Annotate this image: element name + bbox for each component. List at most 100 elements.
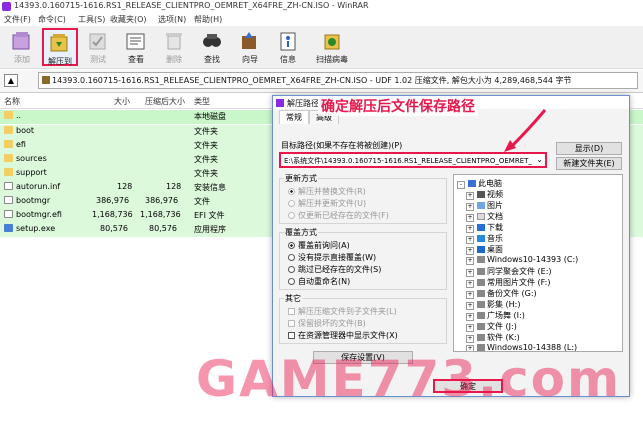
computer-icon <box>468 180 476 187</box>
drive-icon <box>477 290 485 297</box>
file-name: autorun.inf <box>16 182 61 191</box>
menu-options[interactable]: 选项(N) <box>158 14 186 25</box>
update-extract-replace-radio[interactable]: 解压并替换文件(R) <box>288 186 366 197</box>
file-packed: 1,168,736 <box>140 210 181 219</box>
tree-node[interactable]: + 广场舞 (I:) <box>466 310 525 321</box>
tree-node[interactable]: + Windows10-14393 (C:) <box>466 255 578 265</box>
delete-button[interactable]: 删除 <box>156 28 192 66</box>
archive-icon <box>42 76 50 84</box>
overwrite-mode-title: 覆盖方式 <box>284 227 318 238</box>
overwrite-silent-radio[interactable]: 没有提示直接覆盖(W) <box>288 252 376 263</box>
file-name: sources <box>16 154 47 163</box>
test-icon <box>86 30 110 52</box>
tab-general[interactable]: 常规 <box>279 110 309 124</box>
update-extract-update-radio[interactable]: 解压并更新文件(U) <box>288 198 366 209</box>
view-label: 查看 <box>128 55 144 64</box>
archive-path: 14393.0.160715-1616.RS1_RELEASE_CLIENTPR… <box>52 76 572 85</box>
tree-node[interactable]: + 影集 (H:) <box>466 299 521 310</box>
misc-title: 其它 <box>284 293 302 304</box>
tree-node-this-pc[interactable]: - 此电脑 <box>457 178 502 189</box>
drive-icon <box>477 279 485 286</box>
add-icon <box>10 30 34 52</box>
file-icon <box>4 210 13 218</box>
show-button[interactable]: 显示(D) <box>556 142 622 155</box>
update-existing-only-radio[interactable]: 仅更新已经存在的文件(F) <box>288 210 389 221</box>
file-packed: 80,576 <box>149 224 177 233</box>
view-icon <box>124 30 148 52</box>
file-name: support <box>16 168 47 177</box>
menu-tools[interactable]: 工具(S) <box>78 14 105 25</box>
music-folder-icon <box>477 235 485 242</box>
folder-icon <box>4 126 13 134</box>
file-name: bootmgr <box>16 196 51 205</box>
folder-icon <box>4 154 13 162</box>
folder-icon <box>4 111 13 119</box>
show-in-explorer-checkbox[interactable]: 在资源管理器中显示文件(X) <box>288 330 398 341</box>
tree-node[interactable]: + 视频 <box>466 189 503 200</box>
up-folder-button[interactable]: ▲ <box>4 74 18 87</box>
tree-node[interactable]: + 文件 (J:) <box>466 321 517 332</box>
file-type: 本地磁盘 <box>194 112 226 121</box>
update-mode-group: 更新方式 解压并替换文件(R) 解压并更新文件(U) 仅更新已经存在的文件(F) <box>279 173 447 224</box>
title-bar: 14393.0.160715-1616.RS1_RELEASE_CLIENTPR… <box>0 0 643 13</box>
file-name: efi <box>16 140 26 149</box>
file-packed: 128 <box>166 182 182 191</box>
info-button[interactable]: 信息 <box>270 28 306 66</box>
find-icon <box>200 30 224 52</box>
menu-commands[interactable]: 命令(C) <box>38 14 66 25</box>
overwrite-ask-radio[interactable]: 覆盖前询问(A) <box>288 240 350 251</box>
menu-favorites[interactable]: 收藏夹(O) <box>110 14 147 25</box>
add-button[interactable]: 添加 <box>4 28 40 66</box>
column-size[interactable]: 大小 <box>114 96 130 107</box>
find-button[interactable]: 查找 <box>194 28 230 66</box>
test-button[interactable]: 测试 <box>80 28 116 66</box>
info-label: 信息 <box>280 55 296 64</box>
file-size: 1,168,736 <box>92 210 133 219</box>
file-type: 文件夹 <box>194 155 218 164</box>
wizard-button[interactable]: 向导 <box>232 28 268 66</box>
update-mode-title: 更新方式 <box>284 173 318 184</box>
virus-scan-button[interactable]: 扫描病毒 <box>312 28 352 66</box>
drive-icon <box>477 301 485 308</box>
test-label: 测试 <box>90 55 106 64</box>
info-icon <box>276 30 300 52</box>
misc-group: 其它 解压压缩文件到子文件夹(L) 保留损坏的文件(B) 在资源管理器中显示文件… <box>279 293 447 344</box>
tree-node[interactable]: + 软件 (K:) <box>466 332 520 343</box>
documents-folder-icon <box>477 213 485 220</box>
window-title: 14393.0.160715-1616.RS1_RELEASE_CLIENTPR… <box>14 1 369 10</box>
keep-broken-files-checkbox[interactable]: 保留损坏的文件(B) <box>288 318 366 329</box>
find-label: 查找 <box>204 55 220 64</box>
wizard-icon <box>238 30 262 52</box>
tree-node[interactable]: + 备份文件 (G:) <box>466 288 537 299</box>
column-name[interactable]: 名称 <box>4 96 20 107</box>
tree-node[interactable]: + 文档 <box>466 211 503 222</box>
chevron-down-icon[interactable]: ⌄ <box>536 155 543 164</box>
new-folder-button[interactable]: 新建文件夹(E) <box>556 157 622 170</box>
column-packed[interactable]: 压缩后大小 <box>145 96 185 107</box>
file-size: 386,976 <box>96 196 130 205</box>
delete-label: 删除 <box>166 55 182 64</box>
menu-help[interactable]: 帮助(H) <box>194 14 222 25</box>
tree-node[interactable]: + 图片 <box>466 200 503 211</box>
overwrite-rename-radio[interactable]: 自动重命名(N) <box>288 276 350 287</box>
exe-icon <box>4 224 13 232</box>
tree-node[interactable]: + 常用图片文件 (F:) <box>466 277 550 288</box>
view-button[interactable]: 查看 <box>118 28 154 66</box>
file-type: 文件夹 <box>194 141 218 150</box>
extract-to-button[interactable]: 解压到 <box>42 28 78 66</box>
folder-tree[interactable]: - 此电脑 + 视频 + 图片 + 文档 + 下载 + 音乐 + 桌面 + Windows10-… <box>453 174 623 352</box>
downloads-folder-icon <box>477 224 485 231</box>
tree-node[interactable]: + 桌面 <box>466 244 503 255</box>
tree-node[interactable]: + 同学聚会文件 (E:) <box>466 266 552 277</box>
overwrite-skip-radio[interactable]: 跳过已经存在的文件(S) <box>288 264 381 275</box>
extract-to-subfolder-checkbox[interactable]: 解压压缩文件到子文件夹(L) <box>288 306 397 317</box>
file-name: bootmgr.efi <box>16 210 62 219</box>
tree-node[interactable]: + 音乐 <box>466 233 503 244</box>
menu-file[interactable]: 文件(F) <box>4 14 31 25</box>
file-type: 安装信息 <box>194 183 226 192</box>
column-type[interactable]: 类型 <box>194 96 210 107</box>
tree-node[interactable]: + 下载 <box>466 222 503 233</box>
drive-icon <box>477 323 485 330</box>
file-icon <box>4 196 13 204</box>
extract-to-icon <box>48 32 72 54</box>
